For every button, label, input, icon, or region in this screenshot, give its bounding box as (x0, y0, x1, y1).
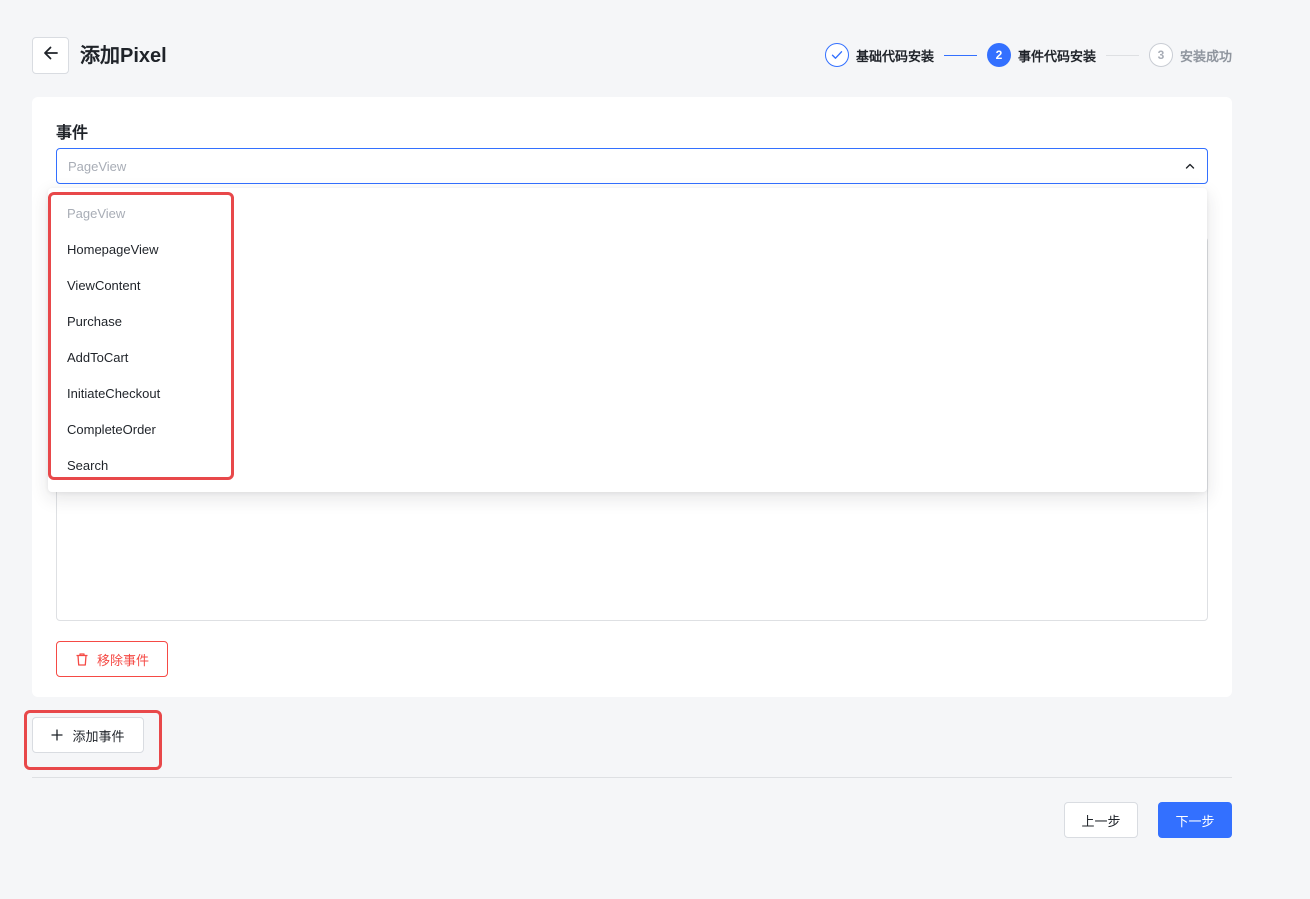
step-success[interactable]: 3 安装成功 (1148, 43, 1232, 67)
check-icon (824, 43, 849, 67)
footer-divider (32, 777, 1232, 778)
step-event-code[interactable]: 2 事件代码安装 (986, 43, 1096, 67)
dropdown-option-completeorder[interactable]: CompleteOrder (48, 412, 1207, 448)
step-connector (943, 54, 977, 56)
dropdown-option-pageview[interactable]: PageView (48, 196, 1207, 232)
dropdown-option-homepageview[interactable]: HomepageView (48, 232, 1207, 268)
chevron-up-icon (1184, 160, 1196, 172)
step-number: 3 (1148, 43, 1173, 67)
add-event-label: 添加事件 (72, 728, 125, 744)
plus-icon (51, 729, 64, 741)
back-button[interactable] (32, 37, 69, 74)
next-step-button[interactable]: 下一步 (1158, 802, 1232, 838)
trash-icon (75, 652, 89, 667)
arrow-left-icon (42, 44, 60, 67)
dropdown-option-search[interactable]: Search (48, 448, 1207, 484)
remove-event-label: 移除事件 (96, 652, 149, 668)
prev-step-button[interactable]: 上一步 (1064, 802, 1138, 838)
dropdown-option-initiatecheckout[interactable]: InitiateCheckout (48, 376, 1207, 412)
step-label: 事件代码安装 (1017, 48, 1096, 64)
page: 添加Pixel 基础代码安装 2 事件代码安装 3 安装成功 事件 PageVi… (0, 0, 1310, 899)
event-select[interactable]: PageView (56, 148, 1208, 184)
dropdown-option-addtocart[interactable]: AddToCart (48, 340, 1207, 376)
step-label: 基础代码安装 (855, 48, 934, 64)
steps-indicator: 基础代码安装 2 事件代码安装 3 安装成功 (824, 43, 1232, 67)
dropdown-option-purchase[interactable]: Purchase (48, 304, 1207, 340)
dropdown-option-viewcontent[interactable]: ViewContent (48, 268, 1207, 304)
page-title: 添加Pixel (80, 45, 167, 67)
step-number: 2 (986, 43, 1011, 67)
step-connector (1105, 54, 1139, 56)
step-basic-code[interactable]: 基础代码安装 (824, 43, 934, 67)
event-select-value: PageView (68, 158, 127, 174)
event-label: 事件 (56, 125, 89, 142)
step-label: 安装成功 (1179, 48, 1232, 64)
add-event-button[interactable]: 添加事件 (32, 717, 144, 753)
remove-event-button[interactable]: 移除事件 (56, 641, 168, 677)
event-dropdown-menu: PageView HomepageView ViewContent Purcha… (48, 188, 1207, 492)
